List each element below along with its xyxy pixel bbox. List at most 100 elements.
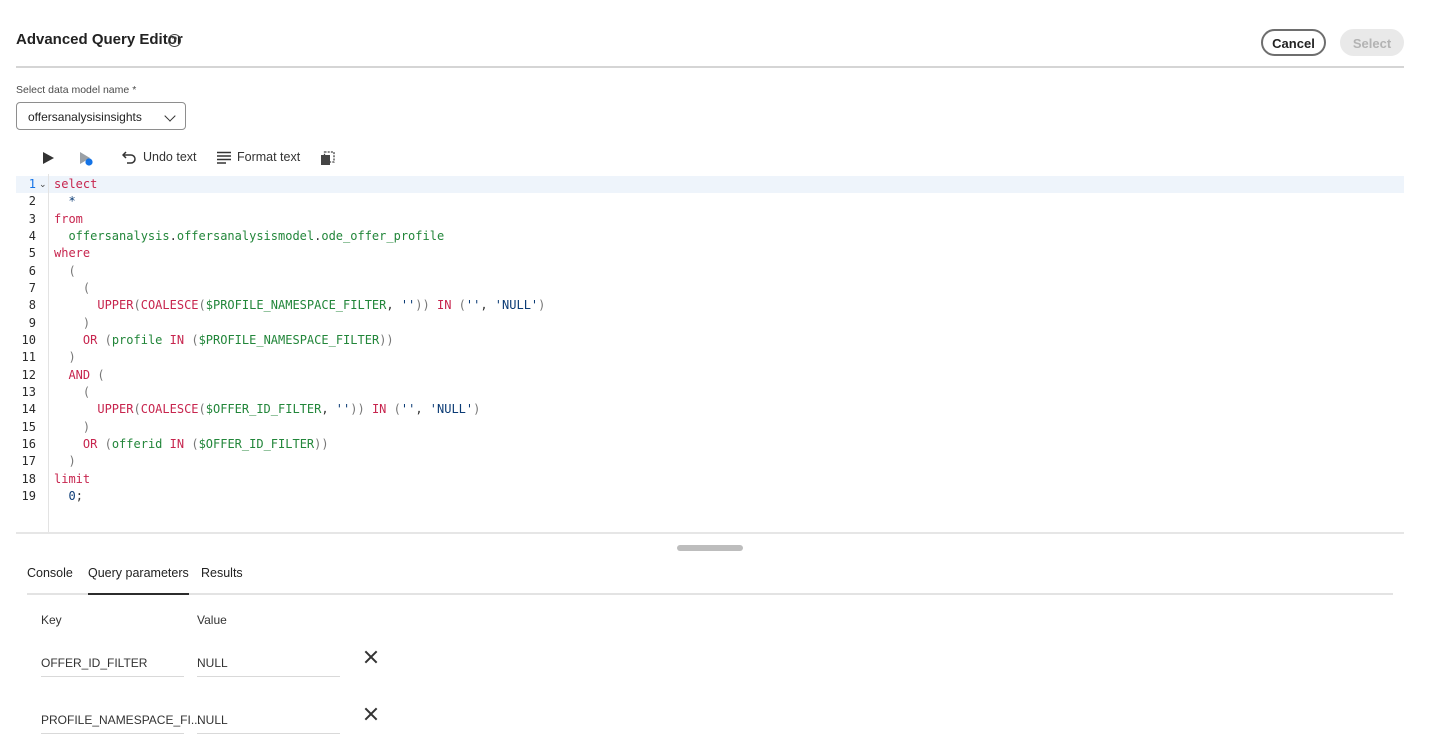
code-token: (: [198, 298, 206, 313]
code-token: (: [104, 332, 112, 347]
code-token: '': [400, 298, 416, 313]
undo-text-button[interactable]: Undo text: [121, 150, 197, 164]
code-token: from: [54, 211, 83, 226]
code-token: 'NULL': [494, 298, 539, 313]
help-circle-icon[interactable]: ?: [168, 34, 181, 47]
code-token: (: [191, 332, 199, 347]
run-selected-icon[interactable]: [79, 152, 93, 171]
code-token: (: [104, 436, 112, 451]
param-key-field[interactable]: OFFER_ID_FILTER: [41, 656, 184, 677]
close-icon[interactable]: [364, 707, 378, 721]
line-number: 3: [28, 211, 36, 226]
code-token: ): [54, 350, 76, 365]
code-line: where: [54, 246, 90, 260]
param-value-field[interactable]: NULL: [197, 656, 340, 677]
tab-results[interactable]: Results: [201, 566, 243, 593]
data-model-label-text: Select data model name: [16, 84, 130, 96]
code-token: ,: [480, 298, 495, 313]
code-token: (: [191, 436, 199, 451]
line-number: 15: [21, 419, 36, 434]
code-token: IN: [169, 332, 185, 347]
line-number: 7: [28, 280, 36, 295]
code-token: )): [415, 298, 430, 313]
code-token: .: [169, 228, 177, 243]
code-token: AND: [68, 367, 91, 382]
tab-query-parameters[interactable]: Query parameters: [88, 566, 189, 595]
code-token: )): [379, 332, 394, 347]
chevron-down-icon: [164, 110, 176, 122]
line-number: 1: [28, 177, 36, 191]
code-line: (: [54, 281, 90, 295]
code-token: ): [538, 298, 546, 313]
page-title: Advanced Query Editor: [16, 31, 183, 48]
code-token: offerid: [111, 436, 163, 451]
format-text-button[interactable]: Format text: [217, 150, 300, 164]
resize-handle[interactable]: [677, 545, 743, 551]
fold-chevron-icon[interactable]: ⌄: [39, 180, 47, 190]
code-token: $OFFER_ID_FILTER: [205, 402, 322, 417]
cancel-button[interactable]: Cancel: [1261, 29, 1326, 56]
code-token: (: [133, 298, 141, 313]
code-line: ): [54, 420, 90, 434]
line-number: 9: [28, 315, 36, 330]
play-icon[interactable]: [43, 152, 54, 164]
select-button[interactable]: Select: [1340, 29, 1404, 56]
line-number: 14: [21, 402, 36, 417]
code-token: select: [54, 177, 98, 191]
param-key-field[interactable]: PROFILE_NAMESPACE_FI...: [41, 713, 201, 734]
code-line: ): [54, 350, 76, 365]
undo-icon: [121, 151, 136, 164]
code-token: $PROFILE_NAMESPACE_FILTER: [205, 298, 387, 313]
code-line: from: [54, 212, 83, 226]
code-line: *: [54, 194, 76, 209]
code-token: *: [68, 194, 76, 209]
code-token: '': [400, 402, 416, 417]
active-line-highlight: [16, 176, 1404, 194]
code-token: IN: [371, 402, 387, 417]
code-line: UPPER(COALESCE($OFFER_ID_FILTER, '')) IN…: [54, 402, 480, 416]
param-value-field[interactable]: NULL: [197, 713, 340, 734]
bottom-panel-tabs: Console Query parameters Results: [27, 560, 1393, 595]
code-token: 'NULL': [429, 402, 474, 417]
code-token: ,: [415, 402, 430, 417]
code-token: UPPER: [97, 298, 134, 313]
code-token: (: [133, 402, 141, 417]
line-number: 11: [21, 350, 36, 365]
code-token: limit: [54, 471, 91, 486]
code-token: offersanalysis: [68, 228, 170, 243]
line-number: 10: [21, 332, 36, 347]
code-line: ): [54, 454, 75, 468]
code-line: UPPER(COALESCE($PROFILE_NAMESPACE_FILTER…: [54, 298, 545, 312]
code-token: ): [54, 419, 91, 434]
line-number: 18: [21, 471, 36, 486]
code-token: (: [393, 402, 401, 417]
undo-text-label: Undo text: [143, 150, 197, 164]
code-line: AND (: [54, 367, 104, 382]
data-model-dropdown[interactable]: offersanalysisinsights: [16, 102, 186, 130]
code-token: (: [198, 402, 206, 417]
code-token: IN: [436, 298, 452, 313]
code-line: 0;: [54, 489, 82, 503]
code-token: $PROFILE_NAMESPACE_FILTER: [198, 332, 380, 347]
code-line: ): [54, 316, 90, 330]
code-token: UPPER: [97, 402, 134, 417]
sql-editor[interactable]: 1 ⌄ 2 3 4 5 6 7 8 9 10 11 12 13 14 15 16 17 18 19 select * f…: [16, 174, 1404, 534]
code-line: select: [54, 177, 97, 191]
tab-console[interactable]: Console: [27, 566, 73, 593]
close-icon[interactable]: [364, 650, 378, 664]
copy-icon[interactable]: [320, 151, 335, 171]
line-number: 13: [21, 384, 36, 399]
line-number: 8: [28, 298, 36, 313]
line-number: 2: [28, 194, 36, 209]
code-token: (: [458, 298, 466, 313]
code-token: ): [54, 315, 91, 330]
editor-header: Advanced Query Editor ? Cancel Select: [16, 0, 1404, 68]
code-token: ,: [321, 402, 336, 417]
